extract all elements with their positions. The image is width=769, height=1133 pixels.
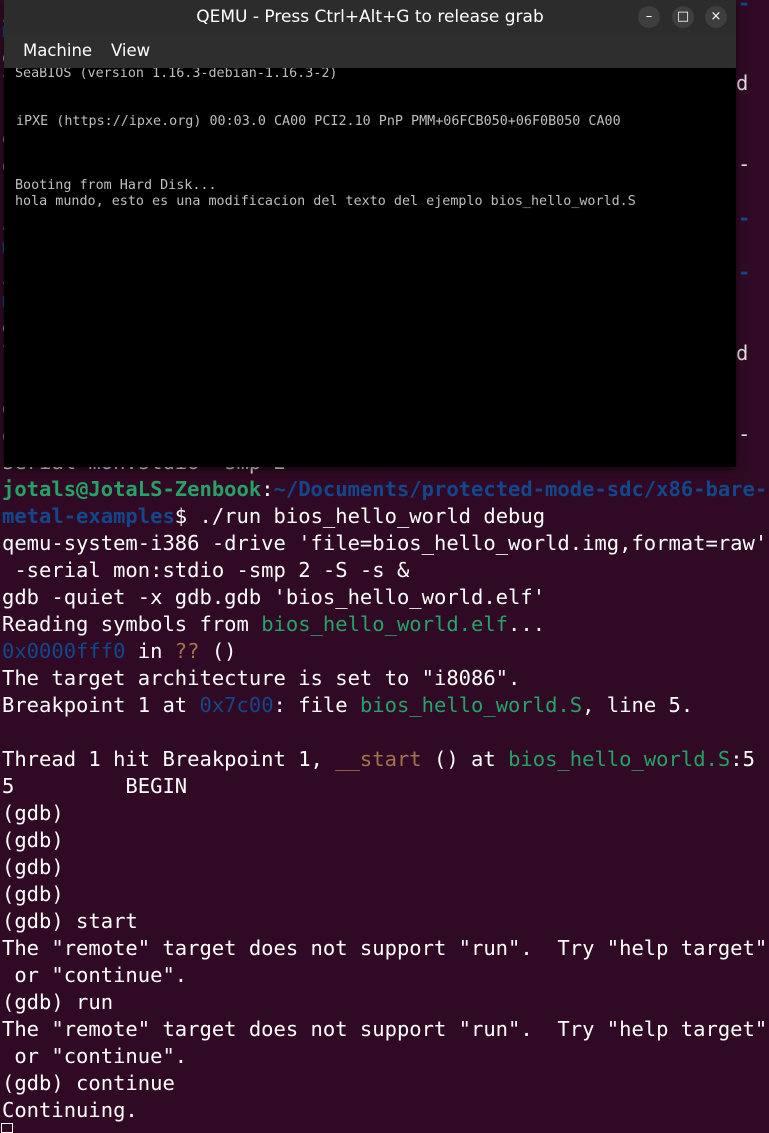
terminal-line: or "continue". (2, 963, 188, 987)
qemu-menubar: Machine View (4, 34, 736, 68)
terminal-line: qemu-system-i386 -drive 'file=bios_hello… (2, 531, 768, 555)
prompt-path-cont: metal-examples (2, 504, 175, 528)
text: () at (421, 747, 509, 771)
fragment: - (738, 206, 751, 230)
fragment: - (738, 260, 751, 284)
bios-line: hola mundo, esto es una modificacion del… (15, 194, 636, 209)
terminal-line: The target architecture is set to "i8086… (2, 666, 521, 690)
terminal-line: (gdb) run (2, 990, 114, 1014)
maximize-icon: □ (676, 9, 690, 24)
prompt-path: ~/Documents/protected-mode-sdc/x86-bare- (273, 477, 768, 501)
bios-line: iPXE (https://ipxe.org) 00:03.0 CA00 PCI… (16, 114, 621, 129)
qemu-vm-screen[interactable]: SeaBIOS (version 1.16.3-debian-1.16.3-2)… (14, 68, 736, 467)
menu-machine[interactable]: Machine (19, 34, 96, 68)
text: Thread 1 hit Breakpoint 1, (2, 747, 336, 771)
source-filename: bios_hello_world.S (508, 747, 731, 771)
terminal-line: Thread 1 hit Breakpoint 1, __start () at… (2, 746, 755, 773)
function-name: ?? (174, 639, 200, 663)
minimize-icon: – (645, 9, 653, 24)
terminal-line: Breakpoint 1 at 0x7c00: file bios_hello_… (2, 692, 693, 719)
terminal-line: Continuing. (2, 1098, 138, 1122)
terminal-line: (gdb) (2, 855, 64, 879)
prompt-separator: : (261, 477, 274, 501)
bios-line: SeaBIOS (version 1.16.3-debian-1.16.3-2) (15, 68, 338, 81)
terminal-line: or "continue". (2, 1044, 188, 1068)
bios-line: Booting from Hard Disk... (15, 178, 217, 193)
source-filename: bios_hello_world.S (359, 693, 583, 717)
window-title: QEMU - Press Ctrl+Alt+G to release grab (196, 7, 544, 27)
text: ... (508, 612, 546, 636)
text: Reading symbols from (2, 612, 262, 636)
qemu-titlebar[interactable]: QEMU - Press Ctrl+Alt+G to release grab … (4, 0, 736, 34)
terminal-line: (gdb) continue (2, 1071, 175, 1095)
address: 0x0000fff0 (2, 639, 126, 663)
fragment: - (738, 422, 751, 446)
elf-filename: bios_hello_world.elf (261, 612, 509, 636)
terminal-cursor (1, 1123, 13, 1133)
text: Breakpoint 1 at (2, 693, 200, 717)
text: () (199, 639, 237, 663)
terminal-line: 0x0000fff0 in ?? () (2, 638, 237, 665)
prompt-user-host: jotals@JotaLS-Zenbook (2, 477, 262, 501)
terminal-line: (gdb) (2, 801, 64, 825)
terminal-line: -serial mon:stdio -smp 2 -S -s & (2, 558, 410, 582)
terminal-line: (gdb) start (2, 909, 138, 933)
terminal-line: gdb -quiet -x gdb.gdb 'bios_hello_world.… (2, 585, 546, 609)
shell-prompt-line: jotals@JotaLS-Zenbook:~/Documents/protec… (2, 476, 767, 503)
fragment: d (736, 341, 749, 365)
text: , line 5. (582, 693, 694, 717)
qemu-window[interactable]: QEMU - Press Ctrl+Alt+G to release grab … (4, 0, 736, 467)
terminal-line: (gdb) (2, 882, 64, 906)
shell-prompt-line-cont: metal-examples$ ./run bios_hello_world d… (2, 503, 545, 530)
fragment: - (738, 152, 751, 176)
minimize-button[interactable]: – (638, 6, 660, 28)
text: : file (273, 693, 360, 717)
terminal-line: 5 BEGIN (2, 774, 188, 798)
fragment: d (736, 71, 749, 95)
terminal-line: The "remote" target does not support "ru… (2, 936, 768, 960)
address: 0x7c00 (199, 693, 274, 717)
menu-view[interactable]: View (107, 34, 154, 68)
terminal-line: (gdb) (2, 828, 64, 852)
close-icon: × (710, 9, 722, 24)
text: :5 (730, 747, 755, 771)
terminal-line: Reading symbols from bios_hello_world.el… (2, 611, 545, 638)
prompt-command: ./run bios_hello_world debug (199, 504, 546, 528)
text: in (125, 639, 175, 663)
terminal-line: The "remote" target does not support "ru… (2, 1017, 768, 1041)
prompt-symbol: $ (174, 504, 200, 528)
function-name: __start (335, 747, 422, 771)
close-button[interactable]: × (705, 6, 727, 28)
fragment: - (738, 0, 751, 15)
maximize-button[interactable]: □ (672, 6, 694, 28)
